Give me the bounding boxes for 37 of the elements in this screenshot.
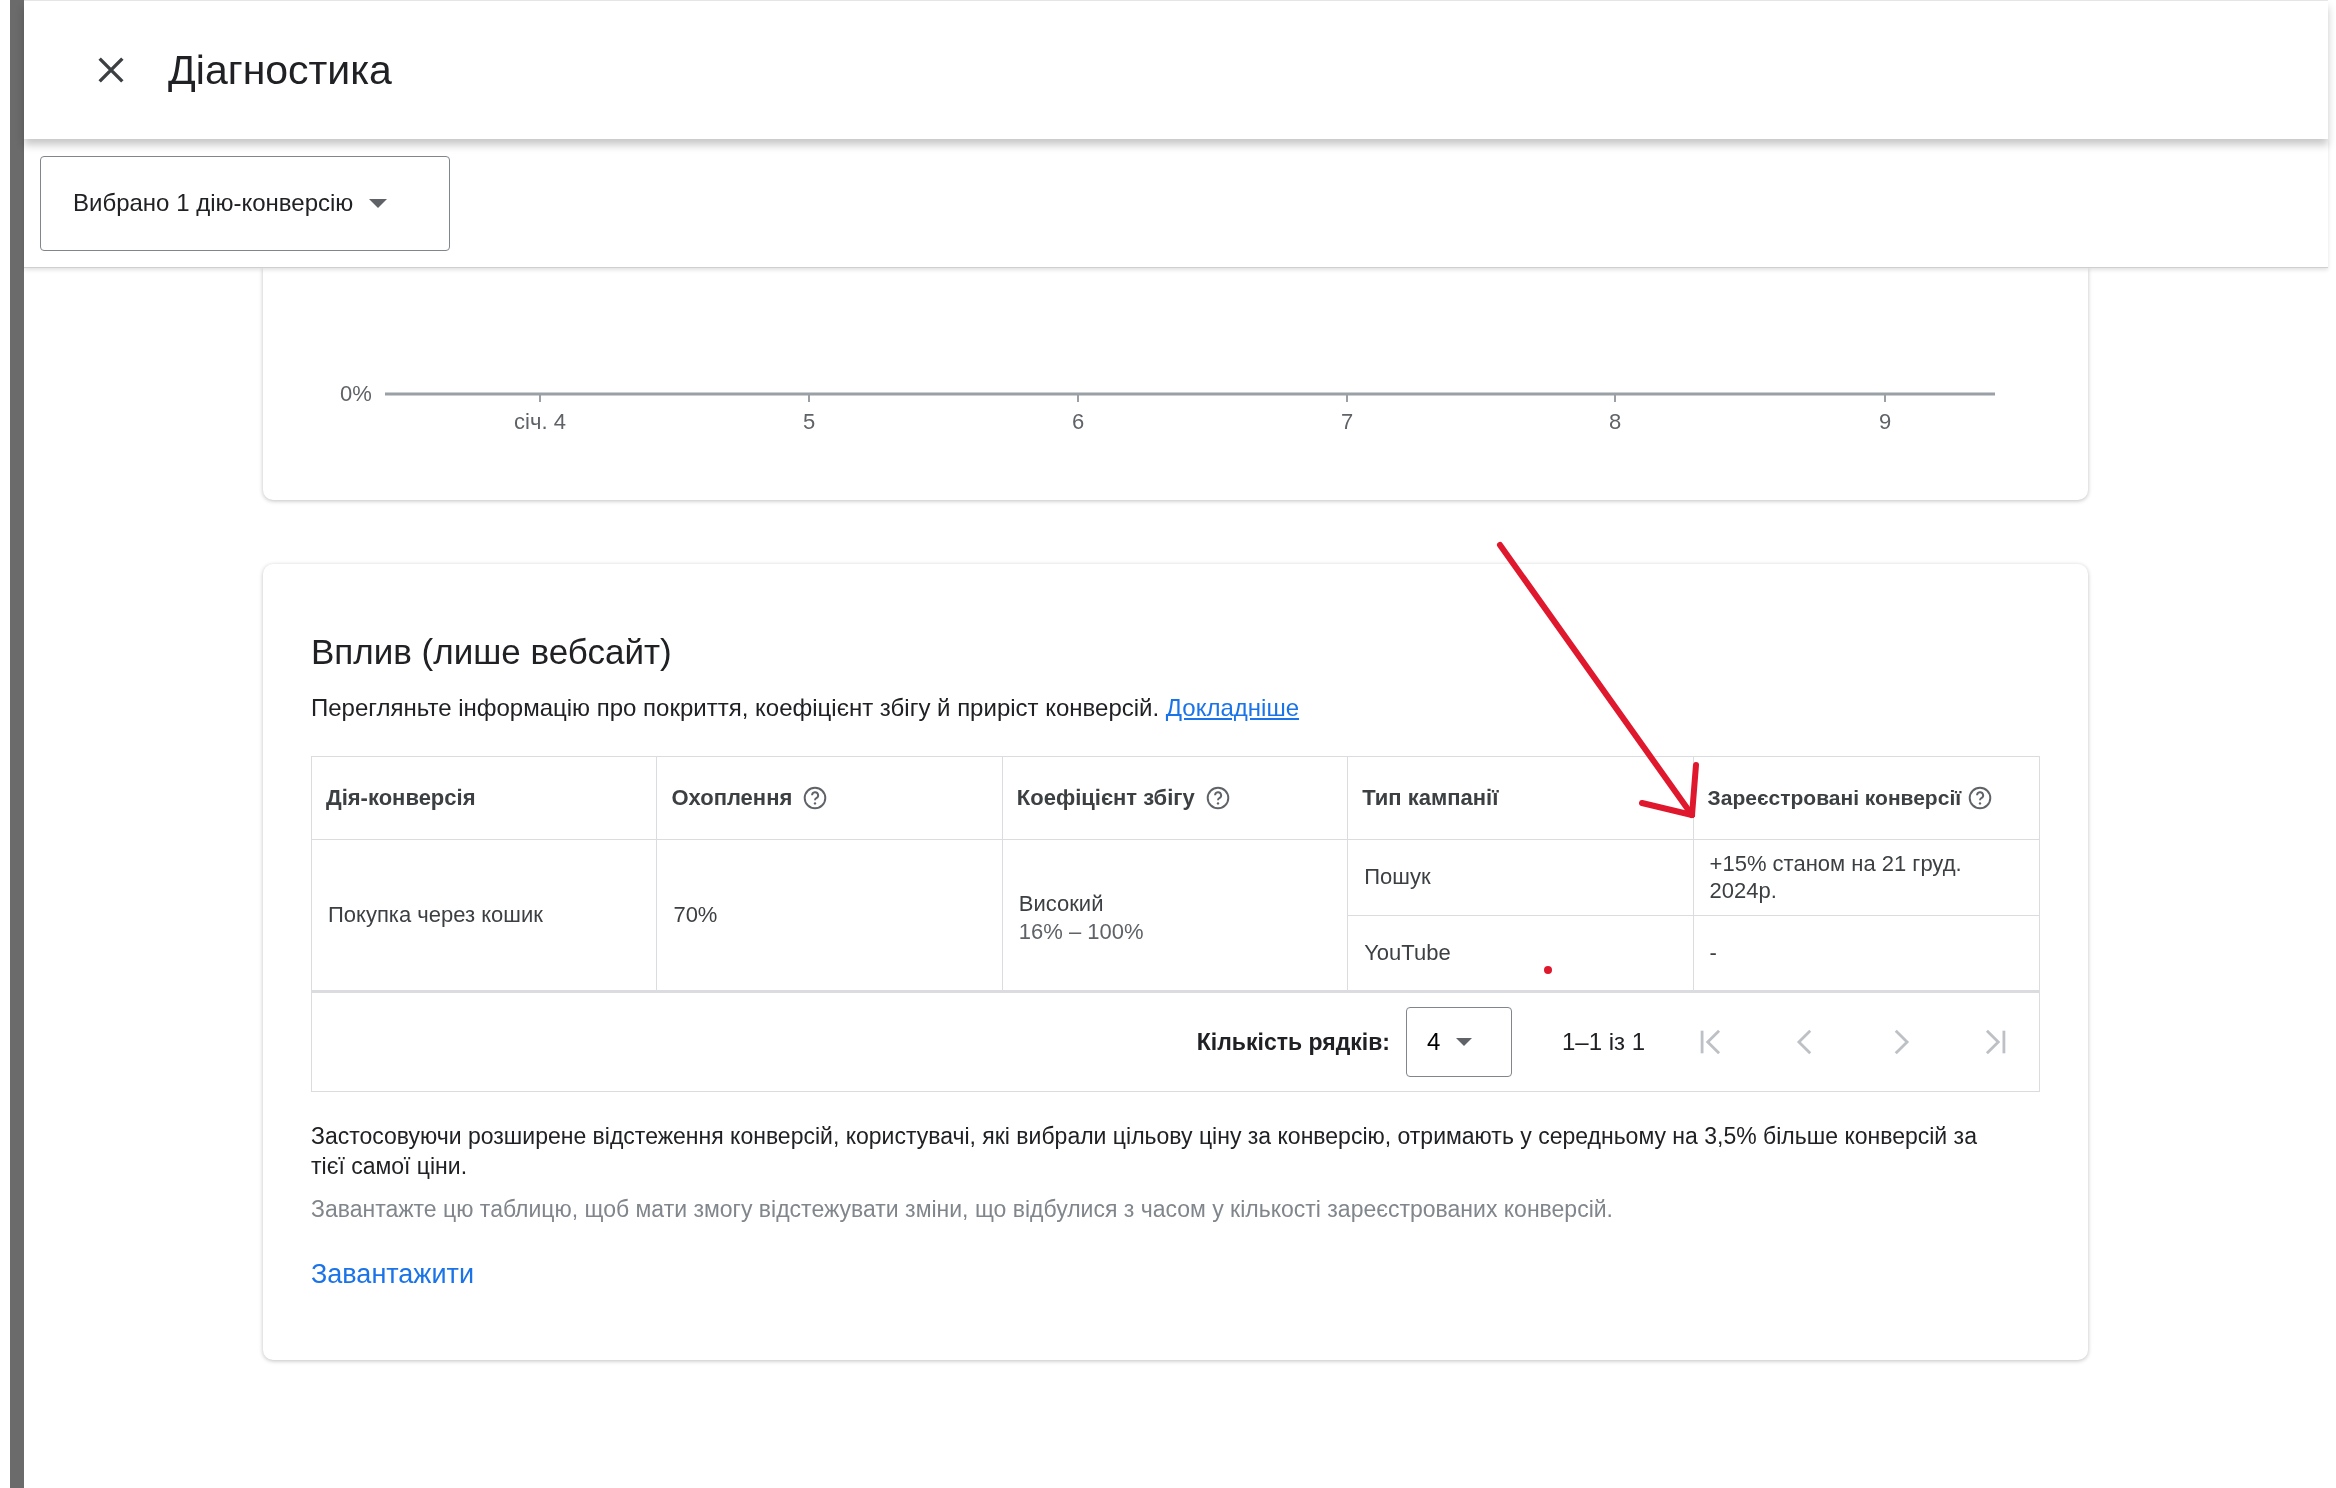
caret-icon	[369, 198, 388, 208]
column-header: Зареєстровані конверсії	[1693, 757, 2039, 839]
page-range: 1–1 із 1	[1561, 1028, 1645, 1056]
column-header: Охоплення	[657, 757, 1003, 839]
caret-icon	[1456, 1038, 1473, 1046]
rows-per-page-label: Кількість рядків:	[1196, 1028, 1390, 1056]
help-icon[interactable]	[1967, 785, 1994, 811]
download-hint: Завантажте цю таблицю, щоб мати змогу відстежувати зміни, що відбулися з часом у кількості зареєстрованих конверсій.	[311, 1195, 1614, 1223]
table-cell-text: +15% станом на 21 груд. 2024р.	[1709, 849, 1963, 905]
card-title: Вплив (лише вебсайт)	[311, 632, 673, 672]
x-axis-label: січ. 4	[514, 409, 566, 435]
column-header: Дія-конверсія	[312, 757, 658, 839]
table-cell-text: Високий	[1018, 891, 1105, 917]
table-cell: 16% – 100%	[1018, 919, 1144, 945]
table-cell: -	[1709, 939, 1717, 967]
card-description: Перегляньте інформацію про покриття, коефіцієнт збігу й приріст конверсій. Докладніше	[311, 694, 1301, 722]
table-cell: Пошук	[1364, 864, 1431, 891]
x-axis-label: 5	[802, 409, 816, 435]
y-axis-label: 0%	[340, 381, 372, 407]
table-cell: YouTube	[1364, 939, 1451, 966]
x-axis-label: 9	[1878, 409, 1892, 435]
rows-per-page-select[interactable]: 4	[1405, 1007, 1512, 1077]
annotation-dot	[1544, 966, 1552, 974]
x-axis-label: 7	[1340, 409, 1354, 435]
help-icon[interactable]	[802, 785, 829, 811]
table-cell: 70%	[673, 902, 718, 928]
x-axis-label: 8	[1608, 409, 1622, 435]
column-header: Тип кампанії	[1348, 757, 1694, 839]
table-cell: Покупка через кошик	[328, 902, 543, 928]
learn-more-link[interactable]: Докладніше	[1165, 694, 1300, 721]
download-link[interactable]: Завантажити	[311, 1258, 474, 1290]
summary-text: Застосовуючи розширене відстеження конверсій, користувачі, які вибрали цільову ціну за конверсію, отримають у середньому на 3,5% більше конверсій за тієї самої ціни.	[311, 1122, 1978, 1181]
x-axis-label: 6	[1071, 409, 1085, 435]
help-icon[interactable]	[1204, 785, 1231, 811]
conversion-dropdown[interactable]: Вибрано 1 дію-конверсію	[40, 155, 450, 251]
column-header: Коефіцієнт збігу	[1002, 757, 1349, 839]
dialog-title: Діагностика	[168, 46, 392, 94]
